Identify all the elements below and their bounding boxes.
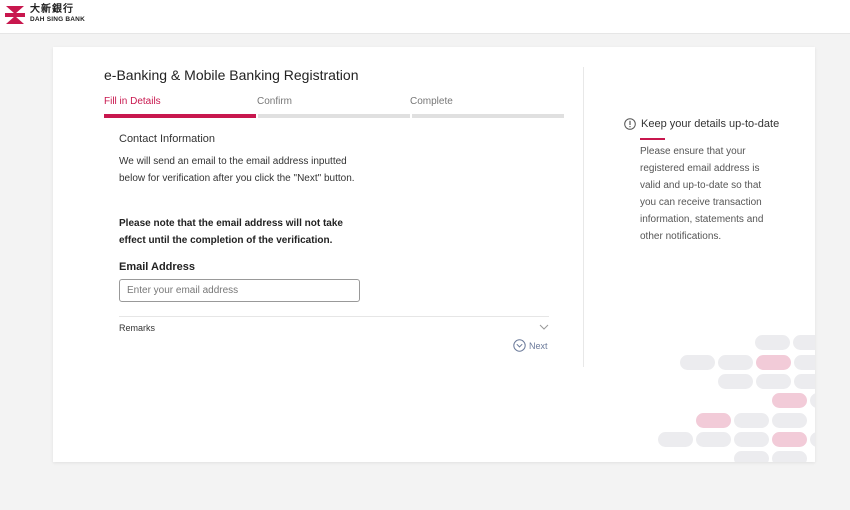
- logo-text: 大新銀行 DAH SING BANK: [30, 5, 85, 24]
- remarks-label: Remarks: [119, 323, 156, 333]
- next-circle-chevron-icon: [513, 339, 526, 352]
- remarks-toggle[interactable]: Remarks: [119, 323, 549, 337]
- chevron-down-icon: [539, 324, 549, 330]
- next-label: Next: [529, 340, 548, 351]
- verification-description: We will send an email to the email addre…: [119, 156, 355, 184]
- email-label: Email Address: [119, 261, 196, 273]
- remarks-divider: [119, 316, 549, 317]
- logo-english-name: DAH SING BANK: [30, 16, 85, 23]
- email-input[interactable]: [119, 279, 360, 302]
- tip-text: Please ensure that your registered email…: [640, 146, 764, 242]
- page-title: e-Banking & Mobile Banking Registration: [104, 67, 359, 83]
- bank-logo[interactable]: 大新銀行 DAH SING BANK: [4, 5, 85, 25]
- tip-header: Keep your details up-to-date: [624, 118, 779, 130]
- step-complete: Complete: [410, 96, 453, 107]
- column-divider: [583, 67, 584, 367]
- top-bar: 大新銀行 DAH SING BANK: [0, 0, 850, 34]
- step-fill-in-details: Fill in Details: [104, 96, 161, 107]
- registration-card: e-Banking & Mobile Banking Registration …: [53, 47, 815, 462]
- next-button[interactable]: Next: [513, 339, 548, 352]
- progress-steps: Fill in Details Confirm Complete: [104, 96, 564, 118]
- step-confirm: Confirm: [257, 96, 293, 107]
- step-bar-confirm: [258, 114, 410, 118]
- section-title: Contact Information: [119, 133, 215, 145]
- logo-chinese-name: 大新銀行: [30, 4, 74, 15]
- logo-mark-icon: [5, 6, 25, 24]
- tip-title: Keep your details up-to-date: [641, 118, 780, 130]
- verification-note: Please note that the email address will …: [119, 218, 343, 246]
- tip-underline: [640, 138, 665, 140]
- step-bar-complete: [412, 114, 564, 118]
- step-bar-fill-in-details: [104, 114, 256, 118]
- info-icon: [624, 118, 636, 130]
